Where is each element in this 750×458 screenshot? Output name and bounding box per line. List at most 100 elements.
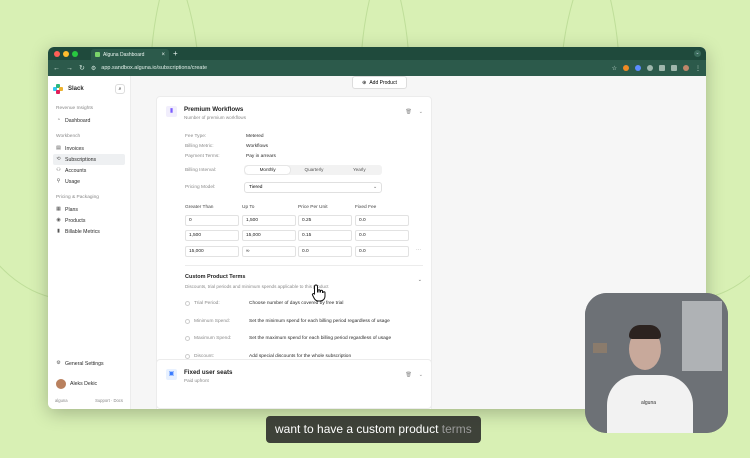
chevron-down-icon[interactable]: ⌄: [419, 372, 423, 378]
extensions-puzzle-icon[interactable]: [659, 65, 665, 71]
refresh-icon: ⟲: [56, 156, 61, 162]
custom-terms-title[interactable]: Custom Product Terms: [185, 274, 245, 280]
tier-1-up-to[interactable]: 1,500: [242, 215, 296, 226]
interval-option-monthly[interactable]: Monthly: [245, 166, 291, 174]
browser-menu-icon[interactable]: ⋮: [695, 65, 701, 72]
section-title: Workbench: [56, 134, 81, 139]
sidebar-item-accounts[interactable]: ⚇ Accounts: [53, 165, 125, 176]
product-actions: 🗑 ⌄: [405, 109, 423, 115]
term-minimum-spend[interactable]: Minimum Spend: Set the minimum spend for…: [185, 319, 390, 324]
close-window-button[interactable]: [54, 50, 60, 57]
hand-cursor-icon: [311, 284, 326, 302]
tab-title: Alguna Dashboard: [103, 51, 145, 58]
chevron-down-icon[interactable]: ⌄: [418, 277, 422, 283]
address-bar: ← → ↻ ⚙ app.sandbox.alguna.io/subscripti…: [48, 60, 706, 76]
sidebar-item-products[interactable]: ◉ Products: [53, 215, 125, 226]
sidebar-item-label: Billable Metrics: [65, 228, 100, 235]
chart-icon: ◔: [56, 117, 61, 123]
sidebar-item-label: Dashboard: [65, 117, 91, 124]
row-menu-icon[interactable]: ···: [416, 247, 421, 253]
gear-icon: ⚙: [56, 360, 61, 366]
sidebar-item-billable-metrics[interactable]: ▮ Billable Metrics: [53, 226, 125, 237]
billing-metric-row: Billing Metric: Workflows: [185, 144, 269, 149]
pricing-model-select[interactable]: Tiered ⌄: [244, 182, 382, 193]
file-icon: ▤: [56, 145, 61, 151]
profile-avatar[interactable]: [683, 65, 689, 71]
sidebar-item-label: Usage: [65, 178, 80, 185]
reload-icon[interactable]: ↻: [79, 64, 85, 72]
pricing-model-label: Pricing Model:: [185, 185, 216, 190]
sidebar-item-plans[interactable]: ▦ Plans: [53, 204, 125, 215]
chevron-down-icon[interactable]: ⌄: [419, 109, 423, 115]
sidebar-item-label: Accounts: [65, 167, 87, 174]
org-switcher[interactable]: Slack ⌕: [53, 84, 125, 94]
checkbox[interactable]: [185, 319, 190, 324]
site-info-icon[interactable]: ⚙: [91, 65, 96, 72]
footer-links[interactable]: Support · Docs: [95, 398, 123, 403]
new-tab-button[interactable]: +: [173, 49, 178, 58]
sidebar-item-usage[interactable]: ⚲ Usage: [53, 176, 125, 187]
sidebar-item-label: Plans: [65, 206, 78, 213]
trash-icon[interactable]: 🗑: [405, 109, 411, 115]
tier-3-price-per-unit[interactable]: 0.0: [298, 246, 352, 257]
shirt-logo: alguna: [641, 400, 657, 406]
title-bar: Alguna Dashboard × + ⌄: [48, 47, 706, 60]
product-header: ▮ Premium Workflows Number of premium wo…: [166, 106, 246, 120]
section-title: Pricing & Packaging: [56, 195, 99, 200]
trash-icon[interactable]: 🗑: [405, 372, 411, 378]
add-product-button[interactable]: ⊕ Add Product: [352, 76, 407, 89]
payment-terms-row: Payment Terms: Pay in arrears: [185, 154, 276, 159]
bookmark-star-icon[interactable]: ☆: [612, 65, 617, 72]
tier-3-fixed-fee[interactable]: 0.0: [355, 246, 409, 257]
metered-product-icon: ▮: [166, 106, 177, 117]
forward-icon[interactable]: →: [66, 65, 73, 72]
tier-1-price-per-unit[interactable]: 0.25: [298, 215, 352, 226]
tier-3-greater-than[interactable]: 15,000: [185, 246, 239, 257]
grid-icon: ▦: [56, 206, 61, 212]
caption-text: want to have a custom product: [275, 422, 439, 436]
sidebar-item-general-settings[interactable]: ⚙ General Settings: [53, 358, 125, 369]
tier-3-up-to[interactable]: ∞: [242, 246, 296, 257]
sidebar-panel-icon[interactable]: [671, 65, 677, 71]
user-name: Aleks Dekic: [70, 381, 98, 387]
section-title: Revenue Insights: [56, 106, 94, 111]
tab-menu-chevron-icon[interactable]: ⌄: [694, 50, 701, 57]
interval-option-yearly[interactable]: Yearly: [337, 165, 382, 175]
add-icon: ⊕: [362, 79, 367, 86]
tier-2-fixed-fee[interactable]: 0.0: [355, 230, 409, 241]
tier-2-up-to[interactable]: 15,000: [242, 230, 296, 241]
sidebar-item-dashboard[interactable]: ◔ Dashboard: [53, 115, 125, 126]
user-menu[interactable]: Aleks Dekic: [53, 377, 125, 391]
chevron-down-icon: ⌄: [372, 185, 377, 190]
close-tab-icon[interactable]: ×: [161, 52, 165, 58]
custom-terms-subtitle: Discounts, trial periods and minimum spe…: [185, 284, 329, 289]
extension-icon[interactable]: [623, 65, 629, 71]
product-subtitle: Paid upfront: [184, 378, 209, 383]
sidebar-item-subscriptions[interactable]: ⟲ Subscriptions: [53, 154, 125, 165]
tier-1-greater-than[interactable]: 0: [185, 215, 239, 226]
browser-tab[interactable]: Alguna Dashboard ×: [91, 49, 169, 60]
extension-icon[interactable]: [635, 65, 641, 71]
term-maximum-spend[interactable]: Maximum Spend: Set the maximum spend for…: [185, 336, 391, 341]
url-field[interactable]: app.sandbox.alguna.io/subscriptions/crea…: [101, 65, 207, 71]
users-icon: ⚇: [56, 167, 61, 173]
person-icon: ⚲: [56, 178, 61, 184]
extension-icon[interactable]: [647, 65, 653, 71]
window-light: [682, 301, 722, 371]
slack-logo-icon: [53, 84, 63, 94]
maximize-window-button[interactable]: [72, 50, 78, 57]
billing-interval-toggle: Monthly Quarterly Yearly: [244, 165, 382, 175]
tier-1-fixed-fee[interactable]: 0.0: [355, 215, 409, 226]
interval-option-quarterly[interactable]: Quarterly: [291, 165, 336, 175]
sidebar-item-invoices[interactable]: ▤ Invoices: [53, 143, 125, 154]
extensions-area: ☆ ⋮: [612, 65, 701, 72]
checkbox[interactable]: [185, 301, 190, 306]
back-icon[interactable]: ←: [53, 65, 60, 72]
bars-icon: ▮: [57, 228, 60, 234]
minimize-window-button[interactable]: [63, 50, 69, 57]
search-icon[interactable]: ⌕: [115, 84, 125, 94]
tier-2-greater-than[interactable]: 1,500: [185, 230, 239, 241]
checkbox[interactable]: [185, 336, 190, 341]
tier-2-price-per-unit[interactable]: 0.15: [298, 230, 352, 241]
favicon-icon: [95, 52, 100, 57]
